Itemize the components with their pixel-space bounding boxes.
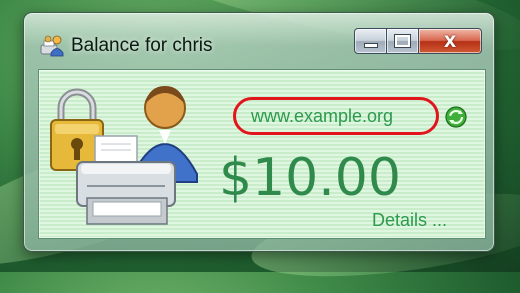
close-button[interactable]: X <box>419 28 482 54</box>
green-refresh-icon[interactable] <box>445 106 467 128</box>
maximize-icon <box>394 34 411 48</box>
caption-buttons: X <box>354 28 482 54</box>
site-link[interactable]: www.example.org <box>251 106 393 127</box>
printer-users-icon <box>40 35 64 57</box>
balance-amount: $10.00 <box>219 148 401 208</box>
minimize-button[interactable] <box>354 28 387 54</box>
maximize-button[interactable] <box>387 28 419 54</box>
window-title: Balance for chris <box>71 35 213 56</box>
balance-panel: www.example.org $10.00 Details ... <box>38 69 486 239</box>
balance-window: Balance for chris X www.example.org $10.… <box>23 12 495 252</box>
close-icon: X <box>443 31 457 51</box>
minimize-icon <box>363 42 378 48</box>
title-bar[interactable]: Balance for chris X <box>24 13 494 69</box>
locked-printer-user-icon <box>50 86 198 225</box>
details-link[interactable]: Details ... <box>372 210 447 231</box>
